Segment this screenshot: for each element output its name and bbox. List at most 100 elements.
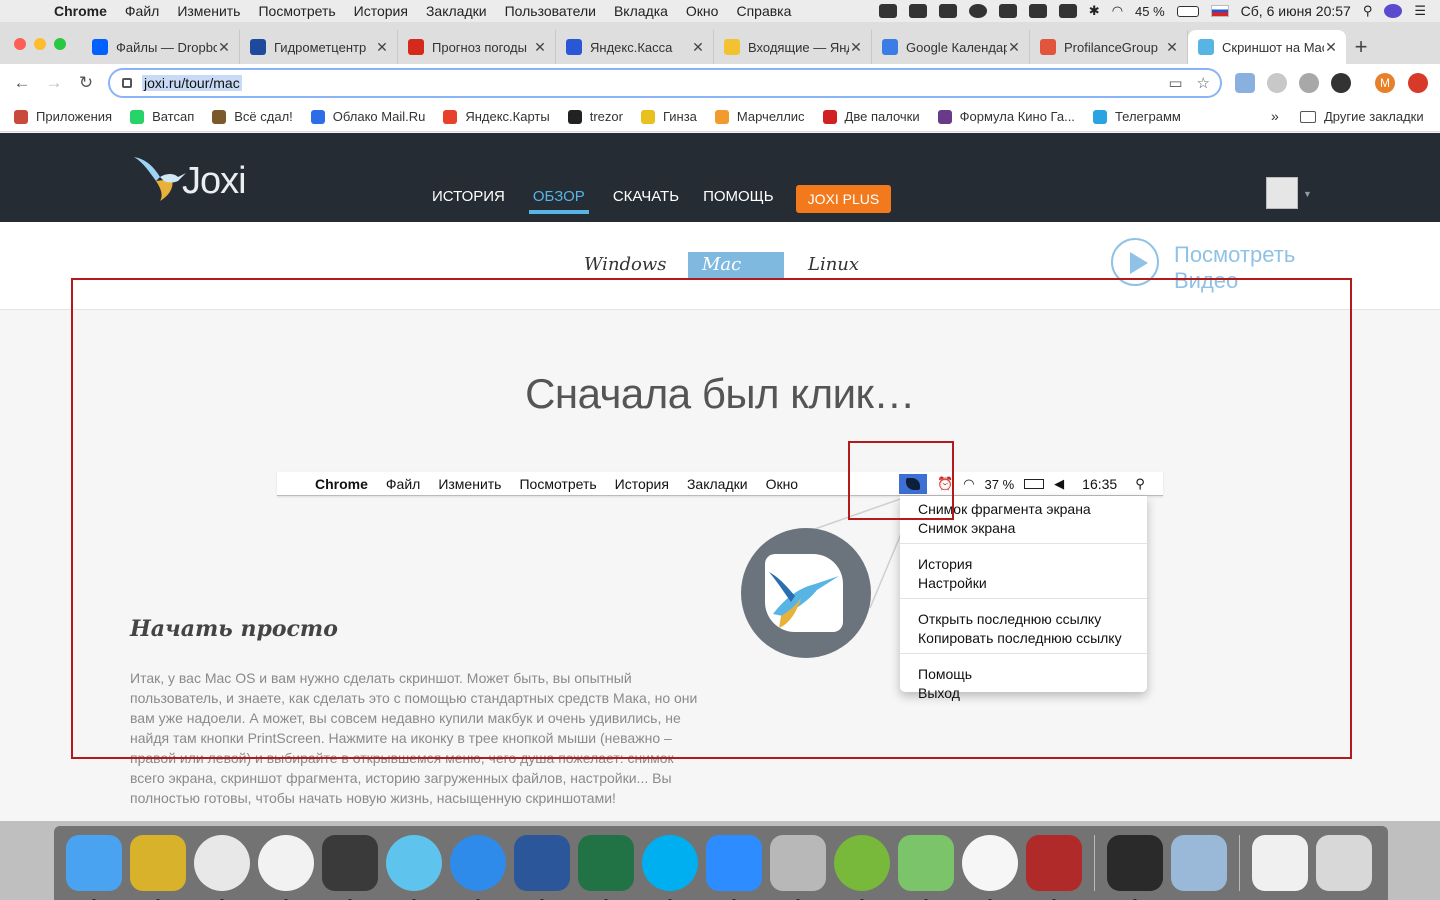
dock-zoom-icon[interactable] (706, 835, 762, 900)
nav-help[interactable]: ПОМОЩЬ (703, 184, 774, 214)
window-close-button[interactable] (14, 38, 26, 50)
dock-screens-icon[interactable] (386, 835, 442, 900)
caret-down-icon[interactable]: ▼ (1303, 189, 1312, 199)
dock-calculator-icon[interactable] (770, 835, 826, 900)
dock-photos-icon[interactable] (962, 835, 1018, 900)
tab-close-icon[interactable]: ✕ (1324, 39, 1338, 56)
reload-button[interactable]: ↻ (70, 73, 102, 93)
dock-finder-icon[interactable] (66, 835, 122, 900)
tab-close-icon[interactable]: ✕ (849, 39, 863, 56)
dock-activity-monitor-icon[interactable] (1107, 835, 1163, 900)
window-zoom-button[interactable] (54, 38, 66, 50)
fuel-tray-icon[interactable] (1028, 4, 1047, 18)
bookmark-item[interactable]: Телеграмм (1092, 109, 1181, 124)
display-tray-icon[interactable] (938, 4, 957, 18)
tab-7[interactable]: ProfilanceGroup ✕ (1030, 30, 1188, 64)
notification-center-icon[interactable]: ☰ (1414, 3, 1426, 19)
dock-sublime-icon[interactable] (322, 835, 378, 900)
extension-circle-icon[interactable] (1299, 73, 1319, 93)
plus-tray-icon[interactable] (908, 4, 927, 18)
dock-chrome-icon[interactable] (194, 835, 250, 900)
bookmark-item[interactable]: Яндекс.Карты (443, 109, 550, 124)
tab-close-icon[interactable]: ✕ (375, 39, 389, 56)
user-avatar[interactable] (1266, 177, 1298, 209)
tab-3[interactable]: Прогноз погоды ✕ (398, 30, 556, 64)
dock-preview-icon[interactable] (1171, 835, 1227, 891)
battery-percent[interactable]: 45 % (1135, 4, 1165, 19)
cast-icon[interactable]: ▭ (1168, 74, 1182, 92)
os-tab-macos[interactable]: Mac OS (688, 252, 784, 301)
tab-6[interactable]: Google Календарь ✕ (872, 30, 1030, 64)
menu-edit[interactable]: Изменить (177, 3, 240, 19)
dock-skype-icon[interactable] (642, 835, 698, 900)
other-bookmarks-folder[interactable]: Другие закладки (1300, 109, 1424, 124)
flag-ru-icon[interactable] (1210, 5, 1229, 17)
joxi-plus-button[interactable]: JOXI PLUS (795, 185, 892, 213)
wifi-icon[interactable]: ◠ (1112, 3, 1123, 19)
clipboard-tray-icon[interactable] (998, 4, 1017, 18)
tab-close-icon[interactable]: ✕ (1165, 39, 1179, 56)
dock-documents-icon[interactable] (1252, 835, 1308, 891)
joxi-extension-icon[interactable] (1331, 73, 1351, 93)
bookmark-item[interactable]: Приложения (14, 109, 112, 124)
tab-close-icon[interactable]: ✕ (533, 39, 547, 56)
battery-icon[interactable] (1176, 5, 1199, 17)
menu-bookmarks[interactable]: Закладки (426, 3, 487, 19)
nav-history[interactable]: ИСТОРИЯ (432, 184, 505, 214)
joxi-tray-icon[interactable] (1058, 4, 1077, 18)
tab-2[interactable]: Гидрометцентр ✕ (240, 30, 398, 64)
dock-forklift-icon[interactable] (130, 835, 186, 900)
extension-dots-icon[interactable] (1267, 73, 1287, 93)
nav-overview[interactable]: ОБЗОР (528, 184, 589, 214)
bookmark-item[interactable]: Всё сдал! (212, 109, 293, 124)
forward-button[interactable]: → (38, 73, 70, 93)
dock-word-icon[interactable] (514, 835, 570, 900)
dock-utorrent-icon[interactable] (834, 835, 890, 900)
lock-icon[interactable] (122, 78, 132, 88)
back-button[interactable]: ← (6, 73, 38, 93)
cloud-tray-icon[interactable] (968, 4, 987, 18)
new-tab-button[interactable]: + (1346, 30, 1376, 64)
dock-excel-icon[interactable] (578, 835, 634, 900)
profile-avatar[interactable]: M (1375, 73, 1395, 93)
bookmarks-overflow-button[interactable]: » (1271, 108, 1279, 124)
menu-file[interactable]: Файл (125, 3, 159, 19)
menu-tab[interactable]: Вкладка (614, 3, 668, 19)
dock-trash-icon[interactable] (1316, 835, 1372, 891)
menu-window[interactable]: Окно (686, 3, 719, 19)
joxi-logo[interactable]: Joxi (130, 151, 247, 203)
bookmark-item[interactable]: Облако Mail.Ru (310, 109, 425, 124)
bookmark-item[interactable]: Гинза (640, 109, 697, 124)
dock-safari-icon[interactable] (450, 835, 506, 900)
tab-5[interactable]: Входящие — Яндекс✕ (714, 30, 872, 64)
menu-users[interactable]: Пользователи (505, 3, 596, 19)
menu-history[interactable]: История (354, 3, 408, 19)
os-tab-linux[interactable]: Linux (794, 252, 873, 278)
url-text[interactable]: joxi.ru/tour/mac (142, 75, 242, 91)
tab-8[interactable]: Скриншот на Mac ✕ (1188, 30, 1346, 64)
bookmark-item[interactable]: Две палочки (822, 109, 920, 124)
bluetooth-icon[interactable]: ✱ (1089, 3, 1100, 19)
dock-yandex-browser-icon[interactable] (258, 835, 314, 900)
bookmark-star-icon[interactable]: ☆ (1197, 74, 1210, 92)
bookmark-item[interactable]: trezor (567, 109, 623, 124)
tab-4[interactable]: Яндекс.Касса ✕ (556, 30, 714, 64)
dock-photo-booth-icon[interactable] (1026, 835, 1082, 900)
bookmark-item[interactable]: Марчеллис (714, 109, 805, 124)
siri-icon[interactable] (1384, 4, 1403, 18)
address-bar[interactable]: joxi.ru/tour/mac ▭ ☆ (108, 68, 1222, 98)
menu-app-name[interactable]: Chrome (54, 3, 107, 19)
tab-1[interactable]: Файлы — Dropbox ✕ (82, 30, 240, 64)
tab-close-icon[interactable]: ✕ (691, 39, 705, 56)
os-tab-windows[interactable]: Windows (570, 252, 681, 278)
nav-download[interactable]: СКАЧАТЬ (613, 184, 679, 214)
menu-help[interactable]: Справка (736, 3, 791, 19)
bookmark-item[interactable]: Ватсап (130, 109, 194, 124)
menubar-clock[interactable]: Сб, 6 июня 20:57 (1241, 3, 1351, 19)
tab-close-icon[interactable]: ✕ (1007, 39, 1021, 56)
tab-close-icon[interactable]: ✕ (217, 39, 231, 56)
bookmark-item[interactable]: Формула Кино Га... (937, 109, 1075, 124)
vk-extension-icon[interactable] (1235, 73, 1255, 93)
dock-maps-icon[interactable] (898, 835, 954, 900)
dropbox-tray-icon[interactable] (878, 4, 897, 18)
